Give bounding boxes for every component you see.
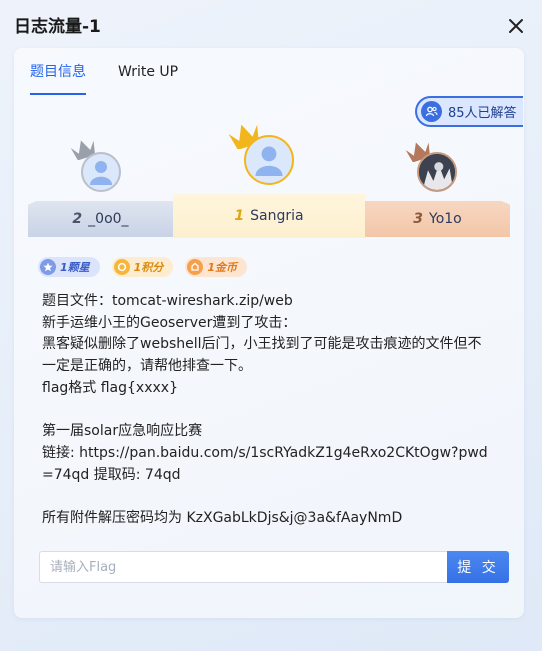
points-tag: 1积分 [111, 257, 174, 277]
avatar-first[interactable] [244, 135, 294, 185]
solved-count-badge: 85人已解答 [415, 96, 523, 127]
submit-button[interactable]: 提 交 [447, 551, 509, 583]
desc-line: 黑客疑似删除了webshell后门，小王找到了可能是攻击痕迹的文件但不一定是正确… [42, 336, 482, 375]
podium-second: 2 _0o0_ [28, 201, 173, 237]
desc-line: flag格式 flag{xxxx} [42, 379, 178, 396]
podium-third: 3 Yo1o [365, 201, 510, 237]
desc-line: 所有附件解压密码均为 KzXGabLkDjs&j@3a&fAayNmD [42, 510, 403, 526]
rank-first: 1 [234, 208, 245, 224]
download-link[interactable]: 链接: https://pan.baidu.com/s/1scRYadkZ1g4… [42, 443, 492, 486]
close-icon [509, 19, 523, 33]
flag-input[interactable] [39, 551, 448, 583]
avatar-second[interactable] [81, 152, 121, 192]
desc-line [42, 400, 492, 422]
player-name-second: _0o0_ [88, 211, 129, 227]
avatar-third[interactable] [417, 152, 457, 192]
star-icon [40, 259, 56, 275]
points-label: 1积分 [133, 261, 164, 274]
tab-bar: 题目信息 Write UP [30, 64, 178, 96]
rank-third: 3 [413, 211, 423, 227]
coin-tag: 1金币 [185, 257, 247, 277]
rank-second: 2 [72, 211, 83, 227]
player-name-third: Yo1o [429, 211, 462, 227]
podium-first: 1 Sangria [173, 194, 365, 238]
solved-count-text: 85人已解答 [448, 106, 517, 121]
tab-writeup[interactable]: Write UP [118, 64, 178, 95]
desc-line: 题目文件：tomcat-wireshark.zip/web [42, 293, 293, 309]
difficulty-label: 1颗星 [60, 261, 90, 274]
coin-icon [187, 259, 204, 275]
users-icon [421, 101, 442, 122]
tab-challenge-info[interactable]: 题目信息 [30, 64, 86, 95]
points-icon [113, 259, 130, 275]
close-button[interactable] [505, 15, 527, 37]
reward-tags: 1颗星 1积分 1金币 [38, 257, 247, 277]
coin-label: 1金币 [207, 261, 237, 274]
desc-line: 第一届solar应急响应比赛 [42, 423, 203, 440]
desc-line [42, 486, 492, 508]
desc-line: 新手运维小王的Geoserver遭到了攻击： [42, 314, 297, 331]
difficulty-tag: 1颗星 [38, 257, 100, 277]
dialog-title: 日志流量-1 [14, 17, 101, 37]
challenge-panel: 题目信息 Write UP 85人已解答 2 _0o0_ 1 Sangria 3… [14, 48, 524, 618]
challenge-description: 题目文件：tomcat-wireshark.zip/web 新手运维小王的Geo… [42, 291, 492, 530]
player-name-first: Sangria [250, 208, 304, 224]
